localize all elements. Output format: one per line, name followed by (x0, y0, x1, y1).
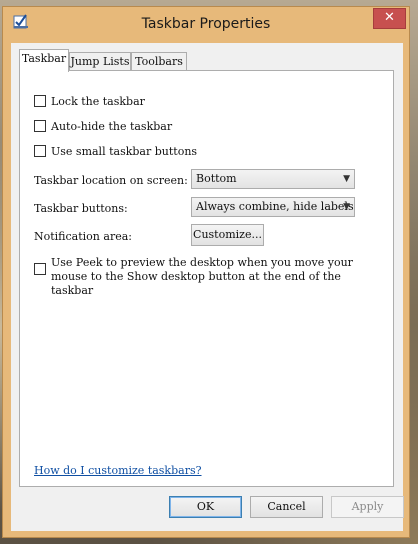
auto-hide-label: Auto-hide the taskbar (51, 120, 173, 133)
tab-jump-lists-label: Jump Lists (70, 55, 130, 68)
apply-button-label: Apply (351, 500, 384, 513)
taskbar-buttons-value: Always combine, hide labels (196, 200, 354, 213)
customize-button[interactable]: Customize... (191, 224, 264, 246)
ok-button-label: OK (196, 500, 215, 513)
taskbar-buttons-label: Taskbar buttons: (34, 202, 128, 215)
close-icon: ✕ (384, 10, 395, 25)
taskbar-properties-window: Taskbar Properties ✕ Taskbar Jump Lists … (2, 6, 410, 538)
tab-taskbar[interactable]: Taskbar (19, 49, 69, 72)
lock-taskbar-option[interactable]: Lock the taskbar (34, 95, 145, 108)
customize-button-label: Customize... (193, 228, 262, 241)
title-bar[interactable]: Taskbar Properties ✕ (3, 7, 409, 41)
auto-hide-checkbox[interactable] (34, 120, 46, 132)
notification-area-label: Notification area: (34, 230, 132, 243)
peek-checkbox[interactable] (34, 263, 46, 275)
tab-jump-lists[interactable]: Jump Lists (69, 52, 131, 70)
tab-taskbar-label: Taskbar (21, 52, 67, 65)
taskbar-buttons-dropdown[interactable]: Always combine, hide labels ▼ (191, 197, 355, 217)
small-buttons-option[interactable]: Use small taskbar buttons (34, 145, 197, 158)
cancel-button-label: Cancel (267, 500, 306, 513)
auto-hide-option[interactable]: Auto-hide the taskbar (34, 120, 172, 133)
location-label: Taskbar location on screen: (34, 174, 188, 187)
apply-button[interactable]: Apply (331, 496, 404, 518)
chevron-down-icon: ▼ (343, 202, 350, 212)
chevron-down-icon: ▼ (343, 174, 350, 184)
small-buttons-label: Use small taskbar buttons (51, 145, 198, 158)
window-title: Taskbar Properties (141, 16, 271, 32)
ok-button[interactable]: OK (169, 496, 242, 518)
small-buttons-checkbox[interactable] (34, 145, 46, 157)
tab-toolbars-label: Toolbars (135, 55, 183, 68)
tab-toolbars[interactable]: Toolbars (131, 52, 187, 70)
peek-option[interactable]: Use Peek to preview the desktop when you… (34, 256, 361, 298)
lock-taskbar-checkbox[interactable] (34, 95, 46, 107)
location-value: Bottom (196, 172, 237, 185)
help-link[interactable]: How do I customize taskbars? (34, 464, 202, 477)
lock-taskbar-label: Lock the taskbar (51, 95, 145, 108)
taskbar-tab-panel: Lock the taskbar Auto-hide the taskbar U… (19, 70, 394, 487)
cancel-button[interactable]: Cancel (250, 496, 323, 518)
dialog-client-area: Taskbar Jump Lists Toolbars Lock the tas… (11, 43, 404, 531)
close-button[interactable]: ✕ (373, 8, 406, 29)
location-dropdown[interactable]: Bottom ▼ (191, 169, 355, 189)
peek-label: Use Peek to preview the desktop when you… (51, 256, 353, 297)
